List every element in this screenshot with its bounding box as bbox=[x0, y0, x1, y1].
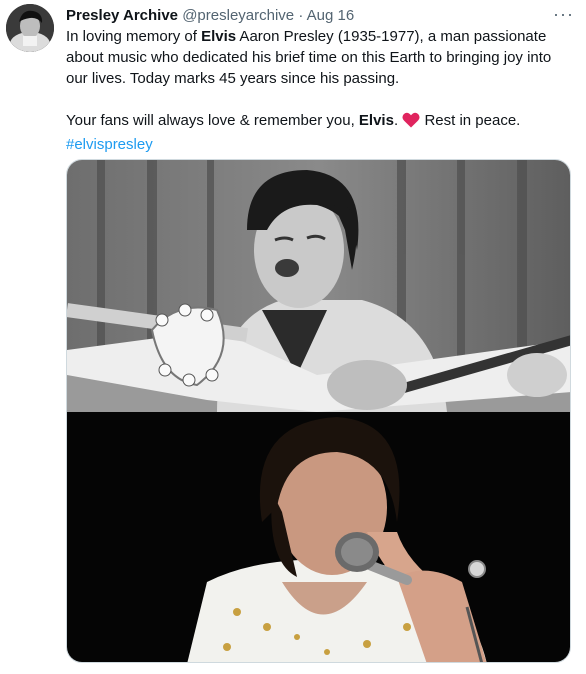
tweet-paragraph-2: Your fans will always love & remember yo… bbox=[66, 110, 571, 155]
photo-color[interactable] bbox=[67, 412, 570, 662]
tweet-date[interactable]: Aug 16 bbox=[307, 7, 355, 24]
author-name[interactable]: Presley Archive bbox=[66, 7, 178, 24]
text-segment: In loving memory of bbox=[66, 28, 202, 45]
avatar[interactable] bbox=[6, 4, 54, 52]
tweet[interactable]: Presley Archive @presleyarchive · Aug 16… bbox=[0, 0, 586, 674]
tweet-header: Presley Archive @presleyarchive · Aug 16 bbox=[66, 6, 550, 26]
text-segment: Rest in peace. bbox=[420, 112, 521, 129]
hashtag-link[interactable]: #elvispresley bbox=[66, 136, 153, 153]
red-heart-emoji-icon bbox=[402, 112, 420, 134]
tweet-paragraph-1: In loving memory of Elvis Aaron Presley … bbox=[66, 26, 571, 89]
text-bold: Elvis bbox=[358, 112, 394, 129]
author-handle[interactable]: @presleyarchive bbox=[182, 7, 294, 24]
tweet-text: In loving memory of Elvis Aaron Presley … bbox=[66, 26, 571, 155]
photo-black-and-white[interactable] bbox=[67, 160, 570, 412]
text-segment: . bbox=[393, 112, 403, 129]
media-grid[interactable] bbox=[66, 159, 571, 663]
text-bold: Elvis bbox=[201, 28, 237, 45]
more-options-icon[interactable]: ··· bbox=[553, 4, 574, 25]
header-separator: · bbox=[298, 7, 304, 24]
text-segment: Your fans will always love & remember yo… bbox=[66, 112, 359, 129]
